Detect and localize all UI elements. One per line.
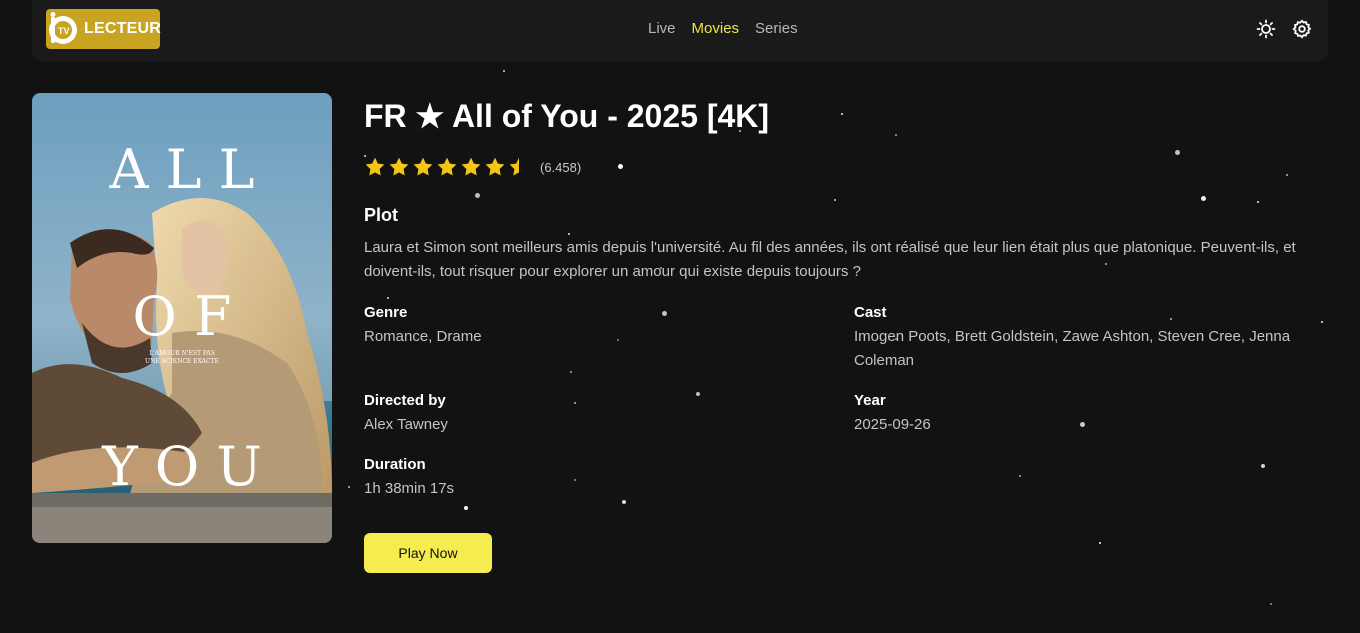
app-logo[interactable]: TV LECTEUR bbox=[46, 9, 161, 49]
nav-item-series[interactable]: Series bbox=[755, 20, 798, 37]
background-star bbox=[1079, 422, 1085, 428]
logo-badge-text: TV bbox=[58, 26, 70, 36]
background-star bbox=[574, 478, 577, 481]
director-label: Directed by bbox=[364, 392, 446, 409]
cast-value: Imogen Poots, Brett Goldstein, Zawe Asht… bbox=[854, 328, 1291, 369]
nav-item-movies[interactable]: Movies bbox=[692, 20, 740, 37]
year-value: 2025-09-26 bbox=[854, 416, 931, 433]
star-full-icon bbox=[485, 157, 505, 176]
poster-title-line-3: Y O U bbox=[101, 435, 262, 498]
genre-value: Romance, Drame bbox=[364, 328, 482, 345]
background-star bbox=[573, 401, 576, 404]
background-star bbox=[661, 311, 667, 317]
movie-poster: A L L O F L'AMOUR N'EST PAS UNE SCIENCE … bbox=[32, 93, 332, 543]
background-star bbox=[474, 193, 480, 199]
cast-label: Cast bbox=[854, 304, 887, 321]
director-value: Alex Tawney bbox=[364, 416, 448, 433]
background-star bbox=[1286, 174, 1289, 177]
background-star bbox=[833, 199, 836, 202]
background-star bbox=[1019, 475, 1022, 478]
movie-details: FR ★ All of You - 2025 [4K] (6.458) Plot… bbox=[364, 96, 1314, 573]
background-star bbox=[1320, 320, 1323, 323]
background-star bbox=[1200, 196, 1206, 202]
background-star bbox=[1098, 542, 1101, 545]
background-star bbox=[1256, 201, 1259, 204]
nav-item-live[interactable]: Live bbox=[648, 20, 676, 37]
background-star bbox=[1269, 603, 1272, 606]
plot-text: Laura et Simon sont meilleurs amis depui… bbox=[364, 239, 1296, 280]
logo-text: LECTEUR bbox=[84, 20, 161, 37]
background-star bbox=[387, 296, 390, 299]
main-nav: Live Movies Series bbox=[648, 20, 798, 37]
sun-icon[interactable] bbox=[1256, 19, 1276, 39]
logo-iptv-icon: TV bbox=[49, 12, 77, 44]
background-star bbox=[568, 232, 570, 235]
background-star bbox=[616, 338, 619, 341]
background-star bbox=[463, 506, 468, 511]
background-star bbox=[1170, 317, 1173, 320]
background-star bbox=[621, 499, 626, 504]
background-star bbox=[1260, 464, 1265, 469]
genre-label: Genre bbox=[364, 304, 408, 321]
star-full-icon bbox=[413, 157, 433, 176]
star-half-icon bbox=[509, 157, 519, 176]
poster-image: A L L O F L'AMOUR N'EST PAS UNE SCIENCE … bbox=[32, 93, 332, 543]
background-star bbox=[696, 392, 701, 397]
duration-value: 1h 38min 17s bbox=[364, 480, 455, 497]
plot-heading: Plot bbox=[364, 205, 398, 225]
play-now-button[interactable]: Play Now bbox=[364, 533, 492, 573]
star-full-icon bbox=[437, 157, 457, 176]
poster-title-line-1: A L L bbox=[108, 138, 254, 201]
duration-label: Duration bbox=[364, 456, 426, 473]
star-full-icon bbox=[365, 157, 385, 176]
star-full-icon bbox=[461, 157, 481, 176]
poster-tagline-1: L'AMOUR N'EST PAS bbox=[149, 350, 215, 357]
poster-title-line-2: O F bbox=[133, 285, 232, 348]
rating-count: (6.458) bbox=[540, 159, 582, 175]
movie-title: FR ★ All of You - 2025 [4K] bbox=[364, 98, 770, 134]
star-full-icon bbox=[389, 157, 409, 176]
background-star bbox=[570, 370, 573, 373]
star-rating: (6.458) bbox=[364, 156, 581, 178]
gear-icon[interactable] bbox=[1292, 19, 1312, 39]
background-star bbox=[502, 70, 505, 73]
year-label: Year bbox=[854, 392, 886, 409]
background-star bbox=[348, 485, 351, 488]
top-navbar: TV LECTEUR Live Movies Series bbox=[32, 0, 1328, 61]
background-star bbox=[1174, 150, 1180, 156]
poster-tagline-2: UNE SCIENCE EXACTE bbox=[145, 358, 219, 365]
background-star bbox=[618, 163, 624, 169]
